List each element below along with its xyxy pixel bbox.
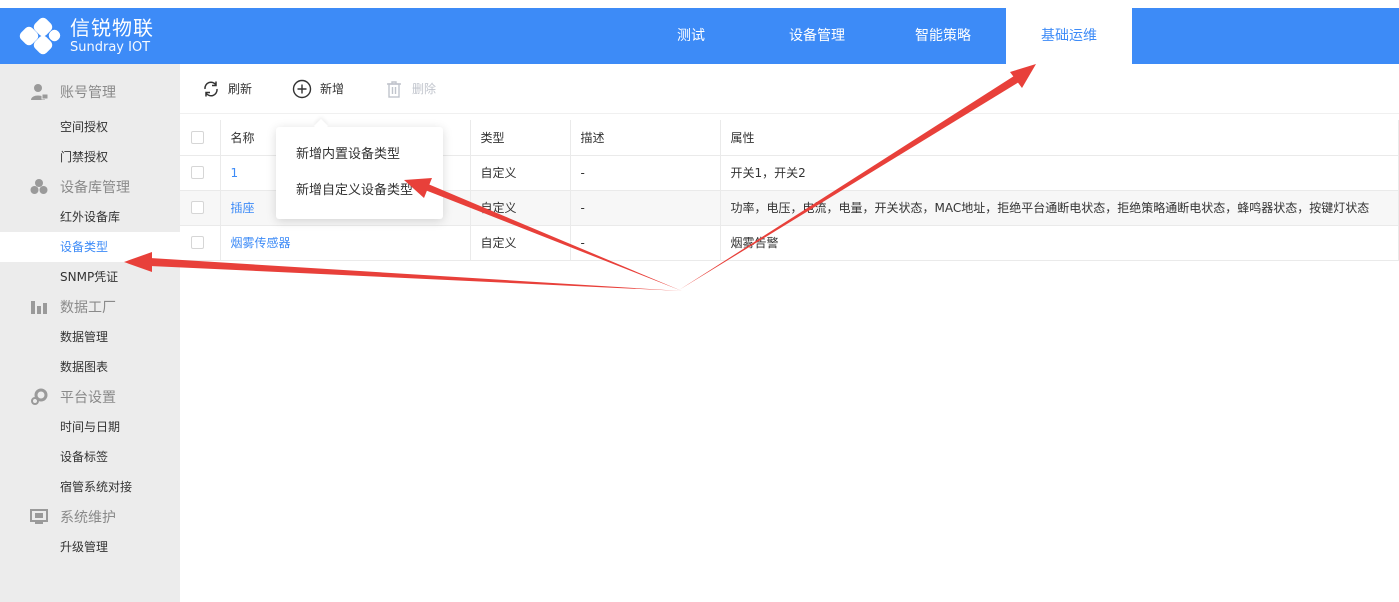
add-dropdown-menu: 新增内置设备类型 新增自定义设备类型 xyxy=(276,127,443,219)
toolbar: 刷新 新增 删除 xyxy=(180,64,1399,114)
row-checkbox-cell xyxy=(180,155,221,191)
refresh-button[interactable]: 刷新 xyxy=(202,80,252,98)
monitor-icon xyxy=(30,509,48,524)
nav-basic-ops[interactable]: 基础运维 xyxy=(1006,8,1132,64)
device-type-name-link[interactable]: 1 xyxy=(231,166,239,180)
nav-device-management[interactable]: 设备管理 xyxy=(754,8,880,64)
row-checkbox[interactable] xyxy=(191,236,204,249)
select-all-cell xyxy=(180,120,221,156)
sidebar-item-data-management[interactable]: 数据管理 xyxy=(0,322,180,352)
refresh-label: 刷新 xyxy=(228,82,253,96)
row-checkbox[interactable] xyxy=(191,201,204,214)
nav-smart-strategy[interactable]: 智能策略 xyxy=(880,8,1006,64)
refresh-icon xyxy=(204,81,218,96)
column-header-attrs[interactable]: 属性 xyxy=(720,120,1399,156)
trash-icon xyxy=(387,80,402,98)
device-library-icon xyxy=(30,179,48,194)
device-type-name-link[interactable]: 插座 xyxy=(231,201,255,215)
device-type-name-link[interactable]: 烟雾传感器 xyxy=(231,236,291,250)
nav-test[interactable]: 测试 xyxy=(628,8,754,64)
logo-icon xyxy=(17,15,63,57)
row-checkbox-cell xyxy=(180,190,221,226)
sidebar: 账号管理 空间授权 门禁授权 设备库管理 红外设备库 设备类型 SNMP凭证 数… xyxy=(0,64,180,602)
user-icon xyxy=(31,84,48,100)
add-circle-icon xyxy=(292,79,312,98)
top-header: 信锐物联 Sundray IOT 测试 设备管理 智能策略 基础运维 xyxy=(0,8,1399,64)
row-attrs-cell: 开关1，开关2 xyxy=(720,155,1399,191)
table-row[interactable]: 烟雾传感器 自定义 - 烟雾告警 xyxy=(180,225,1399,261)
row-desc-cell: - xyxy=(570,225,721,261)
sidebar-item-device-tags[interactable]: 设备标签 xyxy=(0,442,180,472)
delete-button[interactable]: 删除 xyxy=(384,79,436,99)
row-attrs-cell: 功率，电压，电流，电量，开关状态，MAC地址，拒绝平台通断电状态，拒绝策略通断电… xyxy=(720,190,1399,226)
logo-subtitle: Sundray IOT xyxy=(70,40,151,55)
logo-title: 信锐物联 xyxy=(70,16,154,40)
column-header-type[interactable]: 类型 xyxy=(470,120,571,156)
row-checkbox-cell xyxy=(180,225,221,261)
sidebar-group-title: 设备库管理 xyxy=(60,180,130,196)
row-attrs-cell: 烟雾告警 xyxy=(720,225,1399,261)
sidebar-group-title: 系统维护 xyxy=(60,510,116,526)
row-type-cell: 自定义 xyxy=(470,190,571,226)
sidebar-item-access-auth[interactable]: 门禁授权 xyxy=(0,142,180,172)
sidebar-item-snmp[interactable]: SNMP凭证 xyxy=(0,262,180,292)
sidebar-group-device-library: 设备库管理 xyxy=(0,172,180,202)
add-button[interactable]: 新增 xyxy=(292,79,344,99)
logo: 信锐物联 Sundray IOT xyxy=(17,14,154,58)
add-builtin-type-item[interactable]: 新增内置设备类型 xyxy=(276,137,443,173)
sidebar-item-ir-library[interactable]: 红外设备库 xyxy=(0,202,180,232)
top-nav: 测试 设备管理 智能策略 基础运维 xyxy=(628,8,1132,64)
delete-label: 删除 xyxy=(412,82,437,96)
sidebar-item-time-date[interactable]: 时间与日期 xyxy=(0,412,180,442)
select-all-checkbox[interactable] xyxy=(191,130,204,144)
sidebar-group-title: 平台设置 xyxy=(60,390,116,406)
row-type-cell: 自定义 xyxy=(470,155,571,191)
sidebar-item-data-charts[interactable]: 数据图表 xyxy=(0,352,180,382)
row-name-cell: 烟雾传感器 xyxy=(220,225,471,261)
add-custom-type-item[interactable]: 新增自定义设备类型 xyxy=(276,173,443,209)
row-checkbox[interactable] xyxy=(191,166,204,179)
sidebar-group-platform-settings: 平台设置 xyxy=(0,382,180,412)
sidebar-group-system-maintenance: 系统维护 xyxy=(0,502,180,532)
settings-icon xyxy=(31,388,48,405)
sidebar-item-upgrade[interactable]: 升级管理 xyxy=(0,532,180,562)
column-header-desc[interactable]: 描述 xyxy=(570,120,721,156)
sidebar-item-dorm-integration[interactable]: 宿管系统对接 xyxy=(0,472,180,502)
row-desc-cell: - xyxy=(570,155,721,191)
sidebar-group-title: 账号管理 xyxy=(60,85,116,101)
row-desc-cell: - xyxy=(570,190,721,226)
data-factory-icon xyxy=(31,301,47,314)
sidebar-group-data-factory: 数据工厂 xyxy=(0,292,180,322)
sidebar-item-device-type[interactable]: 设备类型 xyxy=(0,232,180,262)
sidebar-item-space-auth[interactable]: 空间授权 xyxy=(0,112,180,142)
row-type-cell: 自定义 xyxy=(470,225,571,261)
add-label: 新增 xyxy=(320,82,345,96)
sidebar-group-title: 数据工厂 xyxy=(60,300,116,316)
